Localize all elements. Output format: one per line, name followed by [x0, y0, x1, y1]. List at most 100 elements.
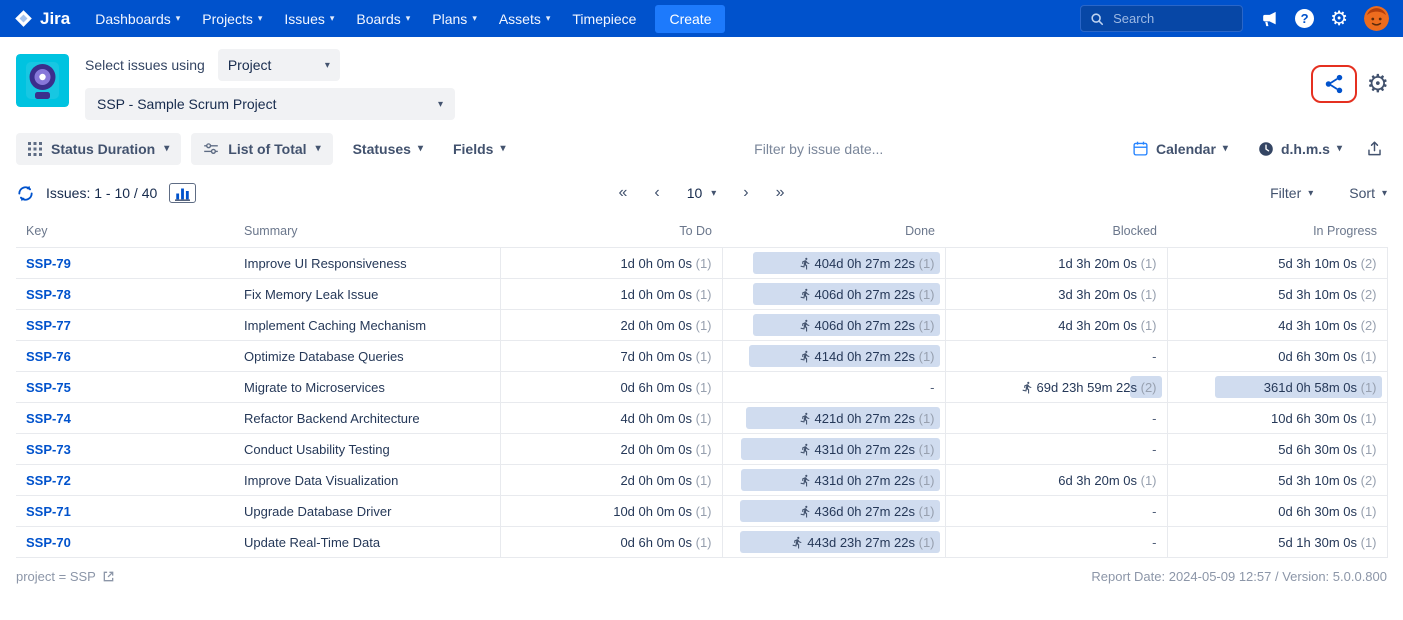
nav-item-assets[interactable]: Assets▾	[488, 0, 562, 37]
search-input[interactable]	[1111, 10, 1221, 27]
duration-value: 404d 0h 27m 22s (1)	[799, 256, 935, 271]
project-select-value: SSP - Sample Scrum Project	[97, 96, 276, 112]
status-count: (2)	[1361, 473, 1377, 488]
runner-icon	[799, 443, 812, 456]
filter-dropdown[interactable]: Filter ▾	[1270, 185, 1313, 201]
status-count: (1)	[696, 287, 712, 302]
status-count: (1)	[696, 473, 712, 488]
duration-value: -	[1152, 504, 1156, 519]
duration-value: 5d 3h 10m 0s (2)	[1278, 473, 1376, 488]
chevron-down-icon: ▾	[325, 60, 330, 71]
done-cell: 404d 0h 27m 22s (1)	[722, 248, 945, 279]
chevron-down-icon: ▾	[164, 143, 169, 154]
settings-gear-icon[interactable]: ⚙	[1330, 9, 1348, 29]
chevron-down-icon: ▾	[546, 13, 551, 24]
navbar-right: ? ⚙	[1080, 5, 1393, 32]
statuses-dropdown[interactable]: Statuses ▾	[343, 133, 433, 165]
todo-cell: 7d 0h 0m 0s (1)	[500, 341, 722, 372]
time-format-dropdown[interactable]: d.h.m.s ▾	[1248, 133, 1352, 165]
issue-key-link[interactable]: SSP-72	[26, 473, 71, 488]
report-type-button[interactable]: Status Duration ▾	[16, 133, 181, 165]
todo-cell: 2d 0h 0m 0s (1)	[500, 465, 722, 496]
nav-item-boards[interactable]: Boards▾	[345, 0, 421, 37]
calendar-dropdown[interactable]: Calendar ▾	[1122, 132, 1238, 165]
help-icon[interactable]: ?	[1295, 9, 1314, 28]
done-cell: 431d 0h 27m 22s (1)	[722, 465, 945, 496]
issue-key-link[interactable]: SSP-76	[26, 349, 71, 364]
duration-value: 414d 0h 27m 22s (1)	[799, 349, 935, 364]
megaphone-icon[interactable]	[1259, 9, 1279, 29]
share-button[interactable]	[1323, 73, 1345, 95]
next-page-button[interactable]: ›	[743, 184, 748, 202]
inprogress-cell: 10d 6h 30m 0s (1)	[1167, 403, 1387, 434]
nav-item-label: Boards	[356, 11, 400, 27]
inprogress-cell: 0d 6h 30m 0s (1)	[1167, 341, 1387, 372]
create-button[interactable]: Create	[655, 5, 725, 33]
issue-key-link[interactable]: SSP-71	[26, 504, 71, 519]
issue-key-link[interactable]: SSP-75	[26, 380, 71, 395]
nav-item-dashboards[interactable]: Dashboards▾	[84, 0, 191, 37]
duration-value: 10d 0h 0m 0s (1)	[613, 504, 711, 519]
first-page-button[interactable]: «	[618, 184, 627, 202]
done-cell: 431d 0h 27m 22s (1)	[722, 434, 945, 465]
status-count: (1)	[1361, 411, 1377, 426]
jira-logo-icon	[14, 9, 33, 28]
summary-cell: Update Real-Time Data	[234, 527, 500, 558]
todo-cell: 1d 0h 0m 0s (1)	[500, 279, 722, 310]
status-count: (1)	[696, 380, 712, 395]
issue-key-link[interactable]: SSP-70	[26, 535, 71, 550]
duration-value: 1d 0h 0m 0s (1)	[620, 287, 711, 302]
duration-value: 6d 3h 20m 0s (1)	[1058, 473, 1156, 488]
status-count: (1)	[1361, 349, 1377, 364]
page-header: Select issues using Project ▾ SSP - Samp…	[0, 37, 1403, 128]
export-button[interactable]	[1362, 136, 1387, 161]
duration-value: 431d 0h 27m 22s (1)	[799, 442, 935, 457]
date-filter-input[interactable]: Filter by issue date...	[754, 141, 883, 157]
column-header-done: Done	[722, 215, 945, 248]
global-search[interactable]	[1080, 5, 1243, 32]
page-footer: project = SSP Report Date: 2024-05-09 12…	[0, 558, 1403, 595]
issue-key-link[interactable]: SSP-78	[26, 287, 71, 302]
external-link-icon[interactable]	[102, 570, 115, 583]
duration-value: 4d 3h 20m 0s (1)	[1058, 318, 1156, 333]
issue-key-link[interactable]: SSP-77	[26, 318, 71, 333]
page-size-select[interactable]: 10 ▾	[687, 185, 717, 201]
nav-item-issues[interactable]: Issues▾	[273, 0, 345, 37]
duration-value: 0d 6h 0m 0s (1)	[620, 380, 711, 395]
pagination-row: Issues: 1 - 10 / 40 « ‹ 10 ▾ › » Filter …	[0, 175, 1403, 215]
help-glyph: ?	[1301, 11, 1309, 26]
nav-item-timepiece[interactable]: Timepiece	[561, 0, 647, 37]
status-count: (1)	[1141, 318, 1157, 333]
inprogress-cell: 0d 6h 30m 0s (1)	[1167, 496, 1387, 527]
runner-icon	[1021, 381, 1034, 394]
key-cell: SSP-74	[16, 403, 234, 434]
summary-cell: Optimize Database Queries	[234, 341, 500, 372]
issue-key-link[interactable]: SSP-79	[26, 256, 71, 271]
chart-view-button[interactable]	[169, 183, 196, 203]
runner-icon	[799, 350, 812, 363]
blocked-cell: -	[945, 403, 1167, 434]
user-avatar[interactable]	[1364, 6, 1389, 31]
report-settings-gear-icon[interactable]: ⚙	[1367, 72, 1389, 97]
issue-key-link[interactable]: SSP-73	[26, 442, 71, 457]
prev-page-button[interactable]: ‹	[654, 184, 659, 202]
clock-icon	[1258, 141, 1274, 157]
done-cell: -	[722, 372, 945, 403]
last-page-button[interactable]: »	[776, 184, 785, 202]
project-select[interactable]: SSP - Sample Scrum Project ▾	[85, 88, 455, 120]
nav-item-projects[interactable]: Projects▾	[191, 0, 273, 37]
duration-value: 431d 0h 27m 22s (1)	[799, 473, 935, 488]
inprogress-cell: 4d 3h 10m 0s (2)	[1167, 310, 1387, 341]
report-info-label: Report Date: 2024-05-09 12:57 / Version:…	[1091, 569, 1387, 584]
duration-value: 1d 3h 20m 0s (1)	[1058, 256, 1156, 271]
nav-item-plans[interactable]: Plans▾	[421, 0, 488, 37]
issue-source-select[interactable]: Project ▾	[218, 49, 340, 81]
view-mode-button[interactable]: List of Total ▾	[191, 133, 332, 165]
inprogress-cell: 5d 3h 10m 0s (2)	[1167, 465, 1387, 496]
jira-logo[interactable]: Jira	[14, 9, 70, 29]
sliders-icon	[203, 141, 219, 157]
issue-key-link[interactable]: SSP-74	[26, 411, 71, 426]
refresh-button[interactable]	[16, 184, 35, 203]
fields-dropdown[interactable]: Fields ▾	[443, 133, 516, 165]
sort-dropdown[interactable]: Sort ▾	[1349, 185, 1387, 201]
